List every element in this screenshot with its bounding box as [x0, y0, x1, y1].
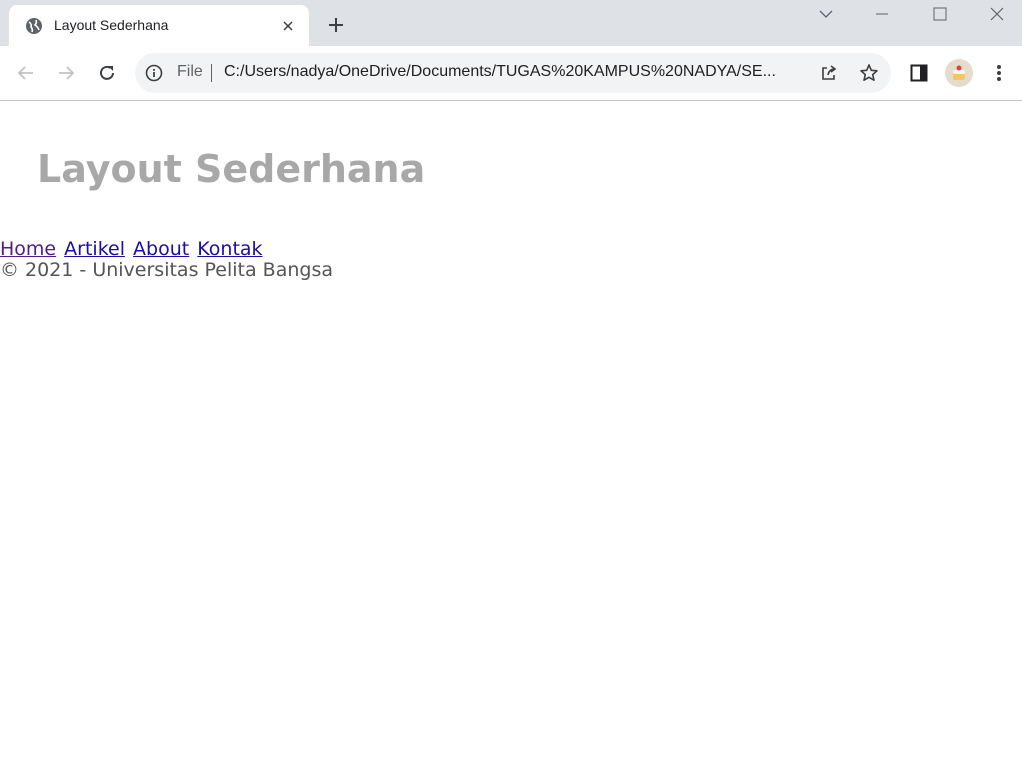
kebab-menu-icon[interactable]	[986, 60, 1012, 86]
tab-close-icon[interactable]	[279, 17, 297, 35]
minimize-icon[interactable]	[859, 0, 905, 28]
address-bar[interactable]: File C:/Users/nadya/OneDrive/Documents/T…	[135, 53, 891, 93]
info-icon[interactable]	[145, 64, 163, 82]
side-panel-icon[interactable]	[906, 60, 932, 86]
reload-icon[interactable]	[94, 60, 120, 86]
url-text[interactable]: C:/Users/nadya/OneDrive/Documents/TUGAS%…	[224, 63, 806, 81]
star-icon[interactable]	[859, 63, 879, 83]
page-content: Layout Sederhana Home Artikel About Kont…	[0, 101, 1022, 776]
tab-title: Layout Sederhana	[54, 17, 169, 33]
footer-copyright: © 2021 - Universitas Pelita Bangsa	[0, 259, 333, 281]
url-scheme-label: File	[177, 63, 203, 80]
nav-link-artikel[interactable]: Artikel	[64, 238, 125, 260]
globe-icon	[25, 17, 43, 35]
browser-tab[interactable]: Layout Sederhana	[9, 5, 309, 46]
maximize-icon[interactable]	[917, 0, 963, 28]
nav-menu: Home Artikel About Kontak	[0, 238, 265, 260]
browser-toolbar: File C:/Users/nadya/OneDrive/Documents/T…	[0, 46, 1022, 101]
page-title: Layout Sederhana	[37, 147, 426, 191]
chevron-down-icon[interactable]	[803, 0, 849, 28]
forward-arrow-icon[interactable]	[53, 60, 79, 86]
plus-icon[interactable]	[324, 13, 348, 37]
nav-link-kontak[interactable]: Kontak	[197, 238, 262, 260]
back-arrow-icon[interactable]	[13, 60, 39, 86]
close-icon[interactable]	[974, 0, 1020, 28]
omnibox-separator	[211, 64, 212, 82]
nav-link-about[interactable]: About	[133, 238, 189, 260]
tab-strip: Layout Sederhana	[0, 0, 1022, 46]
nav-link-home[interactable]: Home	[0, 238, 56, 260]
share-icon[interactable]	[819, 63, 839, 83]
avatar[interactable]	[945, 59, 973, 87]
